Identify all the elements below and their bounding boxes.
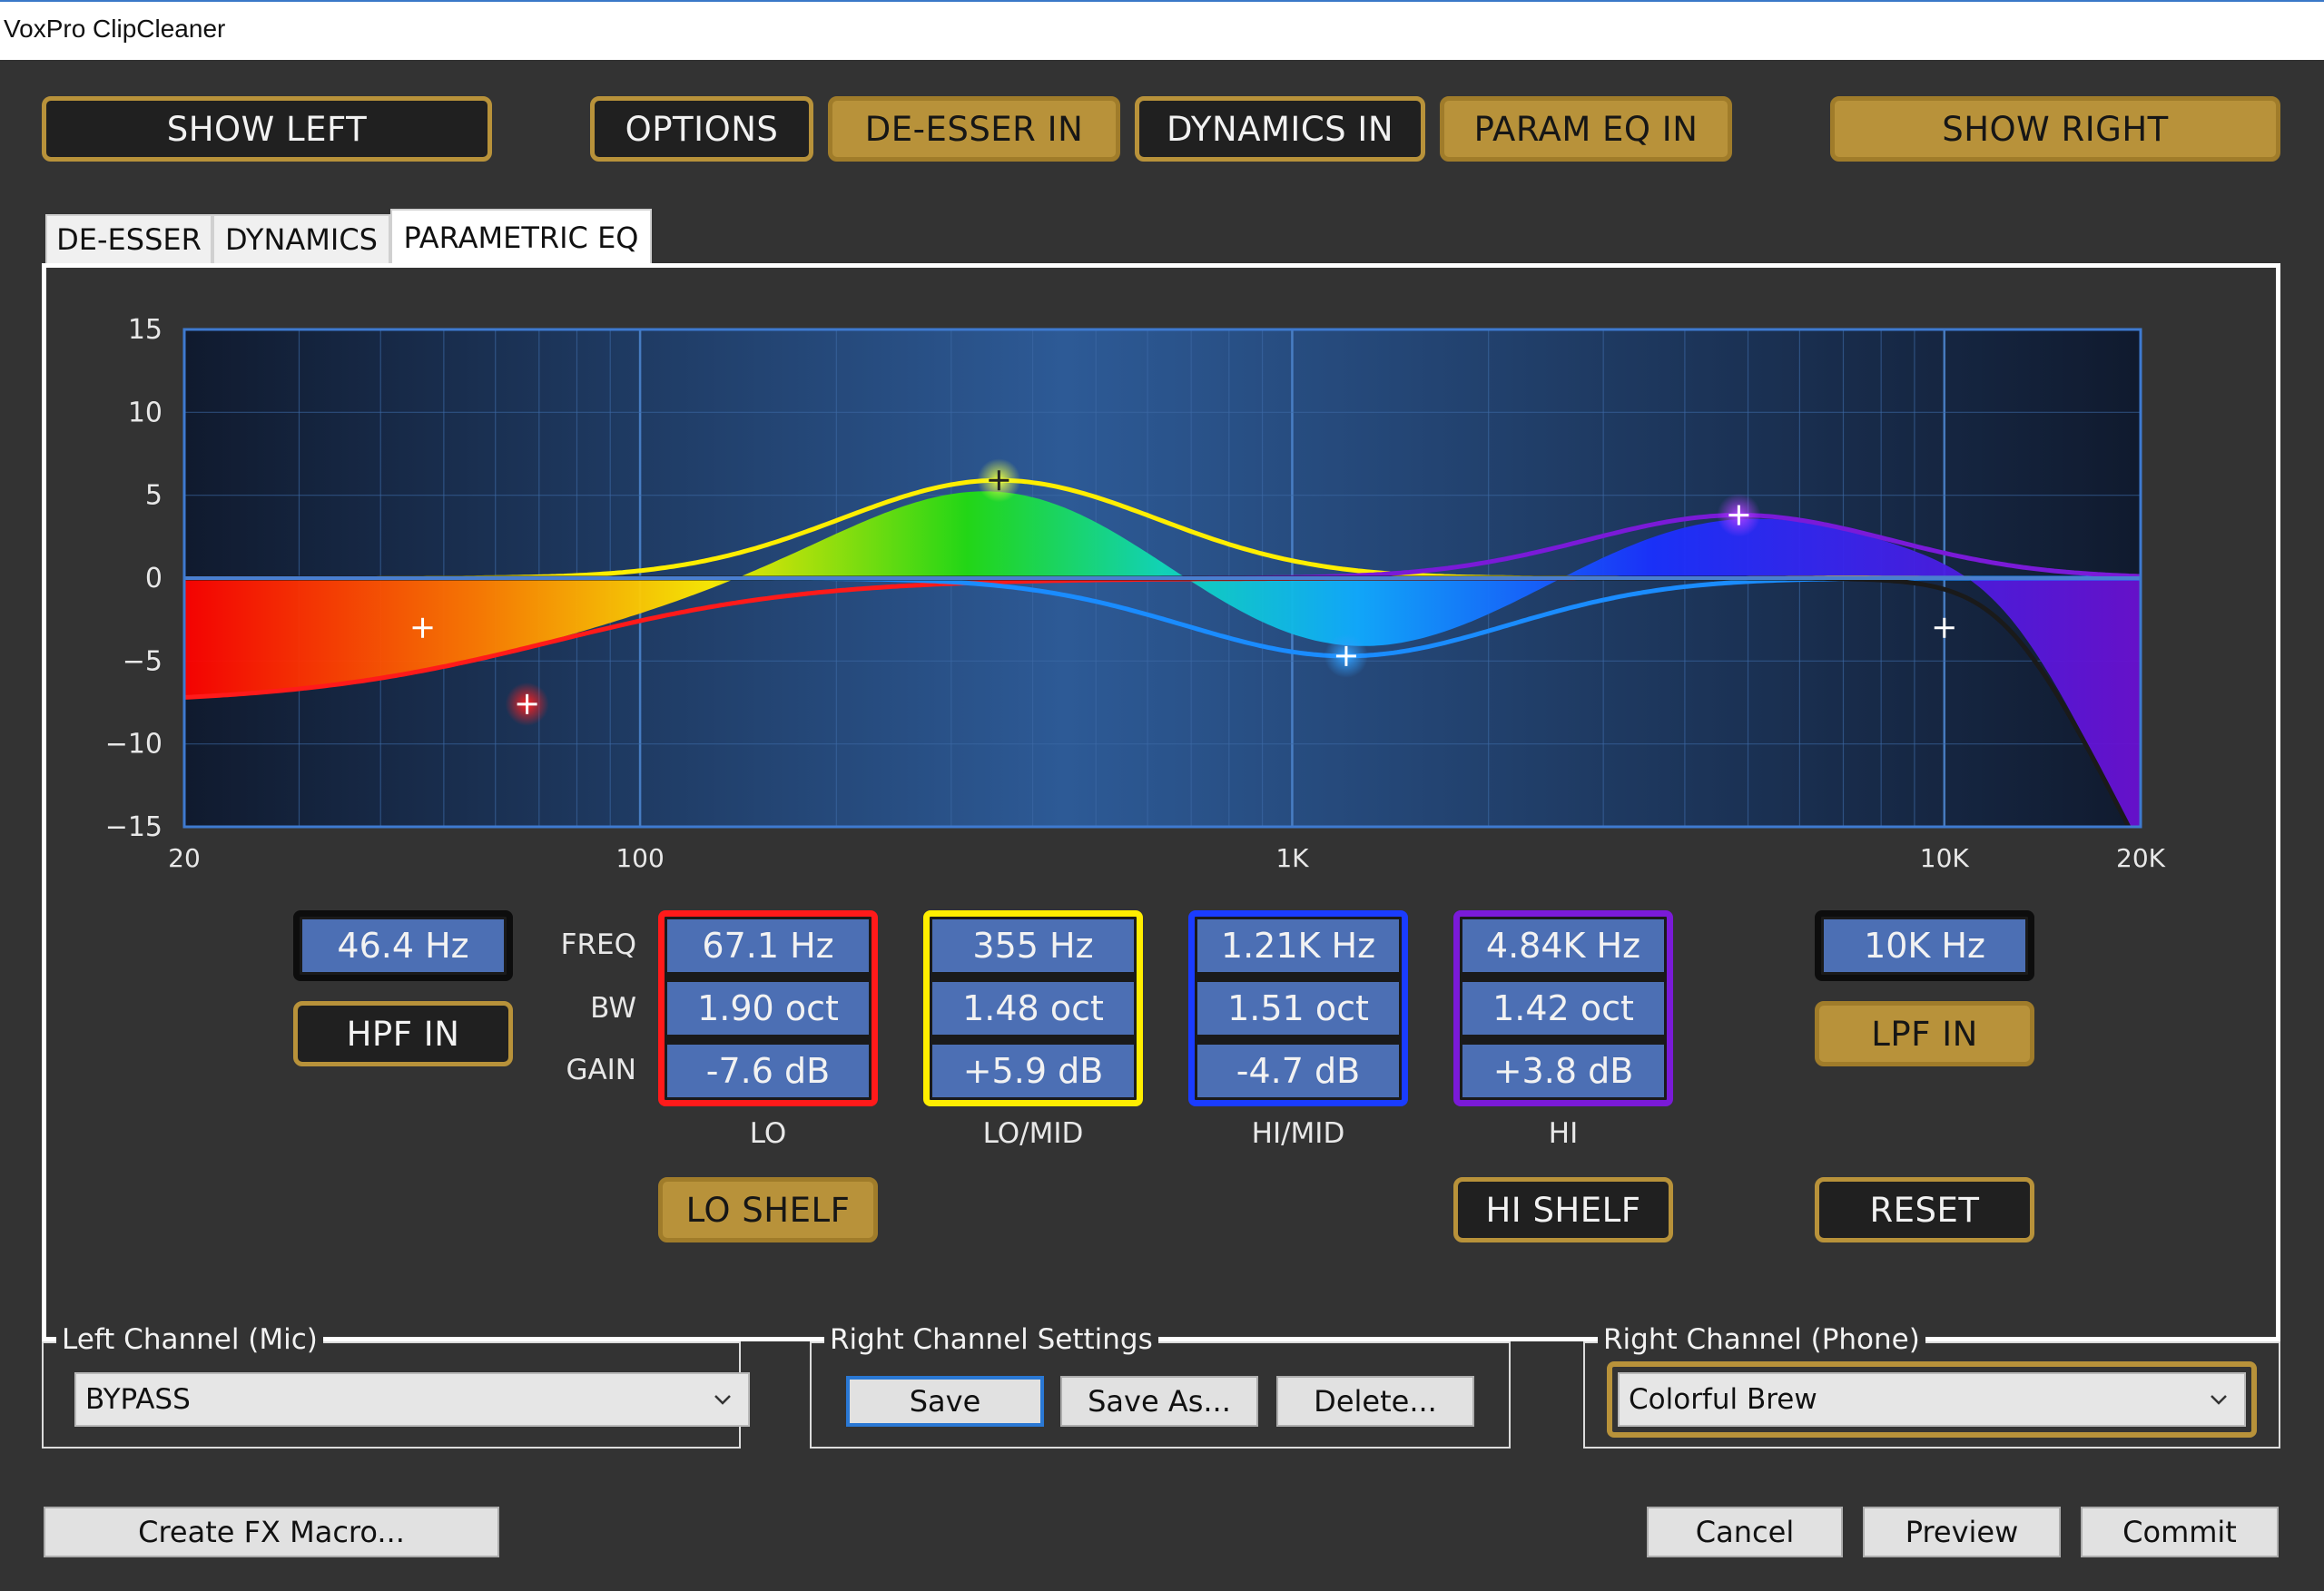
hi-mid-band-box: 1.21K Hz 1.51 oct -4.7 dB [1188,910,1408,1106]
dynamics-in-button[interactable]: DYNAMICS IN [1135,96,1425,162]
title-bar: VoxPro ClipCleaner [0,0,2324,60]
show-right-button[interactable]: SHOW RIGHT [1830,96,2280,162]
hpf-freq-field[interactable]: 46.4 Hz [302,919,504,972]
left-channel-value: BYPASS [85,1383,191,1416]
x-tick-label: 1K [1275,843,1309,873]
save-as-button[interactable]: Save As... [1060,1376,1258,1427]
show-left-button[interactable]: SHOW LEFT [42,96,492,162]
gain-row-label: GAIN [566,1054,636,1086]
left-channel-select[interactable]: BYPASS [74,1372,750,1427]
lo-mid-band-label: LO/MID [982,1117,1084,1150]
hi-bw-field[interactable]: 1.42 oct [1462,982,1664,1035]
right-channel-value: Colorful Brew [1629,1383,1817,1416]
left-channel-group: Left Channel (Mic) BYPASS [42,1323,750,1449]
de-esser-in-button[interactable]: DE-ESSER IN [828,96,1120,162]
tab-de-esser[interactable]: DE-ESSER [45,214,212,265]
y-tick-label: −10 [105,729,162,761]
chevron-down-icon [2211,1395,2227,1405]
hi-band-box: 4.84K Hz 1.42 oct +3.8 dB [1453,910,1673,1106]
right-channel-select[interactable]: Colorful Brew [1618,1372,2246,1427]
commit-button[interactable]: Commit [2081,1507,2279,1557]
bw-row-label: BW [590,992,636,1025]
x-tick-label: 100 [615,843,664,873]
right-channel-title: Right Channel (Phone) [1598,1323,1925,1356]
x-tick-label: 10K [1920,843,1970,873]
lo-handle[interactable] [505,682,549,726]
delete-button[interactable]: Delete... [1276,1376,1474,1427]
x-tick-label: 20 [168,843,201,873]
y-tick-label: 15 [128,314,162,346]
reset-button[interactable]: RESET [1815,1177,2034,1242]
hi-gain-field[interactable]: +3.8 dB [1462,1045,1664,1097]
hi-band-label: HI [1548,1117,1579,1150]
lo-mid-freq-field[interactable]: 355 Hz [932,919,1134,972]
hi-shelf-button[interactable]: HI SHELF [1453,1177,1673,1242]
lpf-freq-box: 10K Hz [1815,910,2034,981]
lo-mid-bw-field[interactable]: 1.48 oct [932,982,1134,1035]
hpf-in-button[interactable]: HPF IN [293,1001,513,1066]
lo-band-label: LO [749,1117,787,1150]
hi-mid-gain-field[interactable]: -4.7 dB [1197,1045,1399,1097]
lo-bw-field[interactable]: 1.90 oct [667,982,869,1035]
y-tick-label: 5 [145,480,162,512]
main-window: SHOW LEFT OPTIONS DE-ESSER IN DYNAMICS I… [0,60,2324,1591]
tab-parametric-eq[interactable]: PARAMETRIC EQ [390,209,652,265]
lo-gain-field[interactable]: -7.6 dB [667,1045,869,1097]
lpf-in-button[interactable]: LPF IN [1815,1001,2034,1066]
y-tick-label: 10 [128,397,162,428]
hi-mid-bw-field[interactable]: 1.51 oct [1197,982,1399,1035]
hi-handle[interactable] [1717,493,1761,537]
param-eq-in-button[interactable]: PARAM EQ IN [1440,96,1732,162]
lo-mid-gain-field[interactable]: +5.9 dB [932,1045,1134,1097]
hi-freq-field[interactable]: 4.84K Hz [1462,919,1664,972]
lpf-freq-field[interactable]: 10K Hz [1824,919,2025,972]
create-fx-macro-button[interactable]: Create FX Macro... [44,1507,499,1557]
y-tick-label: −15 [105,811,162,843]
y-tick-label: 0 [145,563,162,594]
y-tick-label: −5 [123,645,162,677]
hi-mid-freq-field[interactable]: 1.21K Hz [1197,919,1399,972]
hi-mid-handle[interactable] [1324,633,1368,678]
freq-row-label: FREQ [560,928,636,961]
x-tick-label: 20K [2116,843,2166,873]
eq-graph[interactable]: 15 10 5 0 −5 −10 −15 20 100 1K 10K 20K [46,268,2276,903]
cancel-button[interactable]: Cancel [1647,1507,1843,1557]
lo-shelf-button[interactable]: LO SHELF [658,1177,878,1242]
lo-mid-band-box: 355 Hz 1.48 oct +5.9 dB [923,910,1143,1106]
lo-band-box: 67.1 Hz 1.90 oct -7.6 dB [658,910,878,1106]
hi-mid-band-label: HI/MID [1251,1117,1345,1150]
tab-dynamics[interactable]: DYNAMICS [212,214,390,265]
right-channel-group: Right Channel (Phone) Colorful Brew [1583,1323,2280,1449]
options-button[interactable]: OPTIONS [590,96,813,162]
save-button[interactable]: Save [846,1376,1044,1427]
parametric-eq-panel: 15 10 5 0 −5 −10 −15 20 100 1K 10K 20K FREQ BW GAI… [42,263,2280,1341]
preview-button[interactable]: Preview [1863,1507,2061,1557]
hpf-freq-box: 46.4 Hz [293,910,513,981]
chevron-down-icon [714,1395,731,1405]
window-title: VoxPro ClipCleaner [4,15,226,43]
right-channel-settings-title: Right Channel Settings [824,1323,1158,1356]
lo-freq-field[interactable]: 67.1 Hz [667,919,869,972]
lo-mid-handle[interactable] [977,458,1021,503]
right-channel-settings-group: Right Channel Settings Save Save As... D… [810,1323,1511,1449]
left-channel-title: Left Channel (Mic) [56,1323,323,1356]
